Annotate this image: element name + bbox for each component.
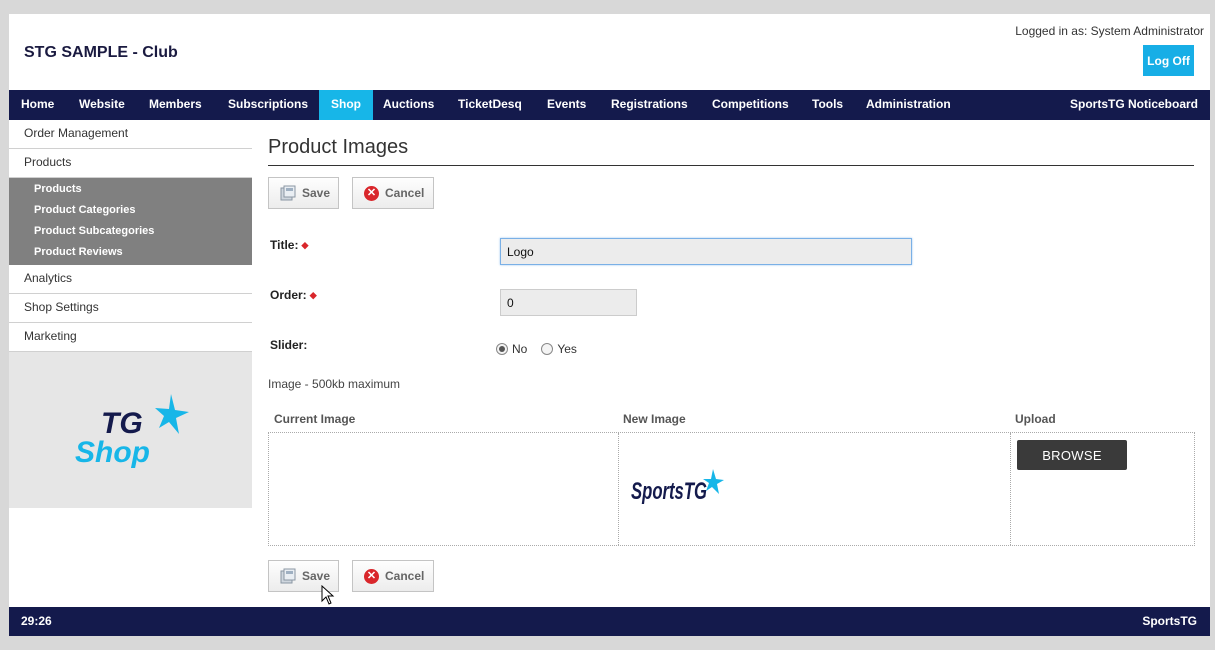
new-image-header: New Image	[623, 412, 686, 426]
app-frame: STG SAMPLE - Club Logged in as: System A…	[9, 14, 1210, 636]
nav-website[interactable]: Website	[67, 90, 137, 120]
nav-tools[interactable]: Tools	[800, 90, 855, 120]
nav-subscriptions[interactable]: Subscriptions	[216, 90, 320, 120]
title-input[interactable]	[500, 238, 912, 265]
nav-events[interactable]: Events	[535, 90, 598, 120]
cancel-label: Cancel	[385, 569, 425, 583]
sidebar-subitem-product-categories[interactable]: Product Categories	[9, 201, 252, 222]
main-nav: Home Website Members Subscriptions Shop …	[9, 90, 1210, 120]
cancel-button-top[interactable]: ✕ Cancel	[352, 177, 434, 209]
sidebar-submenu: Products Product Categories Product Subc…	[9, 178, 252, 265]
slider-no-radio[interactable]	[496, 343, 508, 355]
save-icon	[280, 185, 296, 201]
sportstg-logo-image: SportsTG	[631, 469, 724, 505]
image-size-note: Image - 500kb maximum	[268, 377, 401, 391]
slider-yes-radio[interactable]	[541, 343, 554, 355]
slider-yes-label: Yes	[557, 342, 577, 356]
shop-logo-text: Shop	[75, 436, 150, 469]
nav-competitions[interactable]: Competitions	[700, 90, 801, 120]
footer: 29:26 SportsTG	[9, 607, 1210, 636]
site-title: STG SAMPLE - Club	[24, 44, 178, 61]
nav-noticeboard[interactable]: SportsTG Noticeboard	[1070, 90, 1198, 120]
nav-registrations[interactable]: Registrations	[599, 90, 700, 120]
log-off-button[interactable]: Log Off	[1143, 45, 1194, 76]
required-icon: ◆	[301, 240, 309, 250]
footer-brand: SportsTG	[1142, 614, 1197, 628]
nav-shop[interactable]: Shop	[319, 90, 373, 120]
logged-in-text: Logged in as: System Administrator	[1015, 24, 1204, 38]
save-label: Save	[302, 569, 331, 583]
tg-shop-logo: TG Shop	[75, 394, 189, 469]
sidebar-subitem-products[interactable]: Products	[9, 180, 252, 201]
nav-members[interactable]: Members	[137, 90, 214, 120]
nav-auctions[interactable]: Auctions	[371, 90, 446, 120]
sidebar-subitem-product-subcategories[interactable]: Product Subcategories	[9, 222, 252, 243]
session-timer: 29:26	[21, 614, 52, 628]
column-divider	[618, 433, 619, 545]
title-label: Title: ◆	[270, 238, 309, 252]
nav-ticketdesq[interactable]: TicketDesq	[446, 90, 534, 120]
sportstg-logo-text: SportsTG	[631, 478, 707, 505]
image-table-row: SportsTG BROWSE	[268, 432, 1195, 546]
order-input[interactable]	[500, 289, 637, 316]
sidebar-item-shop-settings[interactable]: Shop Settings	[9, 294, 252, 323]
sidebar: Order Management Products Products Produ…	[9, 120, 252, 508]
upload-header: Upload	[1015, 412, 1056, 426]
cancel-label: Cancel	[385, 186, 425, 200]
star-icon	[155, 394, 189, 434]
sidebar-item-order-management[interactable]: Order Management	[9, 120, 252, 149]
slider-label: Slider:	[270, 338, 308, 352]
sidebar-item-products[interactable]: Products	[9, 149, 252, 178]
save-icon	[280, 568, 296, 584]
browse-button[interactable]: BROWSE	[1017, 440, 1127, 470]
save-label: Save	[302, 186, 331, 200]
mouse-cursor-icon	[321, 585, 335, 605]
required-icon: ◆	[309, 290, 317, 300]
sidebar-item-analytics[interactable]: Analytics	[9, 265, 252, 294]
sidebar-item-marketing[interactable]: Marketing	[9, 323, 252, 352]
current-image-header: Current Image	[274, 412, 356, 426]
header: STG SAMPLE - Club Logged in as: System A…	[9, 14, 1210, 90]
slider-no-label: No	[512, 342, 528, 356]
nav-administration[interactable]: Administration	[854, 90, 963, 120]
sidebar-subitem-product-reviews[interactable]: Product Reviews	[9, 243, 252, 264]
title-divider	[268, 165, 1194, 166]
cancel-button-bottom[interactable]: ✕ Cancel	[352, 560, 434, 592]
cancel-icon: ✕	[364, 185, 379, 201]
save-button-top[interactable]: Save	[268, 177, 339, 209]
cancel-icon: ✕	[364, 568, 379, 584]
slider-radio-group: No Yes	[496, 342, 577, 356]
order-label: Order: ◆	[270, 288, 317, 302]
column-divider	[1010, 433, 1011, 545]
page-title: Product Images	[268, 136, 409, 158]
nav-home[interactable]: Home	[9, 90, 66, 120]
